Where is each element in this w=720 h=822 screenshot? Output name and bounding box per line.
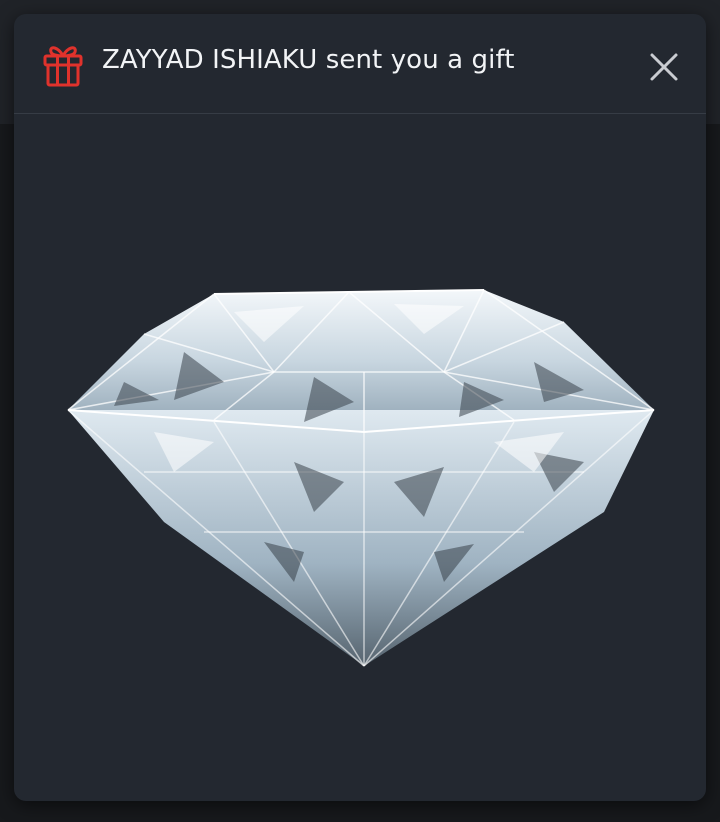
diamond-gift-image [67, 289, 655, 667]
modal-header: ZAYYAD ISHIAKU sent you a gift [14, 14, 706, 114]
modal-title: ZAYYAD ISHIAKU sent you a gift [102, 45, 515, 75]
gift-icon [43, 46, 83, 87]
close-icon[interactable] [644, 47, 684, 87]
gift-modal: ZAYYAD ISHIAKU sent you a gift [14, 14, 706, 801]
modal-body [14, 114, 706, 801]
